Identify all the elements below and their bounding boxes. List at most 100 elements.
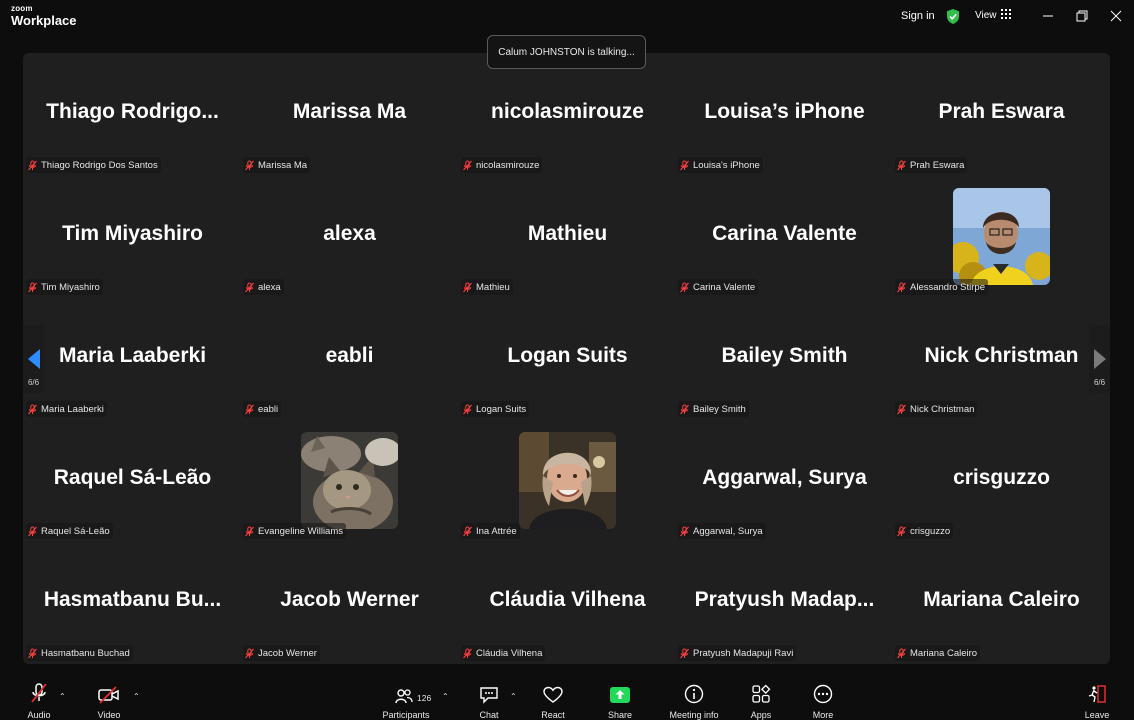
muted-mic-icon bbox=[462, 160, 473, 171]
more-label: More bbox=[812, 710, 834, 720]
participant-name-label: Marissa Ma bbox=[243, 157, 311, 173]
participant-display-name: alexa bbox=[323, 222, 376, 245]
participant-tile[interactable]: Carina Valente Carina Valente bbox=[676, 175, 893, 297]
heart-icon bbox=[543, 682, 563, 704]
leave-button[interactable]: Leave bbox=[1082, 682, 1112, 720]
muted-mic-icon bbox=[896, 648, 907, 659]
page-indicator-left: 6/6 bbox=[27, 378, 40, 387]
react-button[interactable]: React bbox=[538, 682, 568, 720]
video-label: Video bbox=[97, 710, 121, 720]
sign-in-link[interactable]: Sign in bbox=[901, 10, 935, 22]
participant-tile[interactable]: Aggarwal, Surya Aggarwal, Surya bbox=[676, 419, 893, 541]
participant-name-label: Carina Valente bbox=[678, 279, 759, 295]
participant-tile[interactable]: Maria Laaberki Maria Laaberki bbox=[24, 297, 241, 419]
close-icon[interactable] bbox=[1106, 7, 1126, 25]
participant-video-photo bbox=[519, 432, 616, 529]
participant-name-label: Alessandro Stirpe bbox=[895, 279, 988, 295]
participant-label-text: Ina Attrée bbox=[476, 525, 517, 537]
participant-tile[interactable]: Evangeline Williams bbox=[241, 419, 458, 541]
participant-tile[interactable]: nicolasmirouze nicolasmirouze bbox=[459, 53, 676, 175]
meeting-toolbar: Audio ⌃ Video ⌃ Participants 126 ⌃ Chat … bbox=[0, 682, 1134, 720]
security-shield-icon[interactable] bbox=[945, 8, 961, 25]
participant-tile[interactable]: Bailey Smith Bailey Smith bbox=[676, 297, 893, 419]
participant-tile[interactable]: Raquel Sá-Leão Raquel Sá-Leão bbox=[24, 419, 241, 541]
meeting-info-button[interactable]: Meeting info bbox=[664, 682, 724, 720]
participant-tile[interactable]: Tim Miyashiro Tim Miyashiro bbox=[24, 175, 241, 297]
more-button[interactable]: More bbox=[808, 682, 838, 720]
participants-caret-icon[interactable]: ⌃ bbox=[442, 692, 449, 701]
participant-tile[interactable]: Alessandro Stirpe bbox=[893, 175, 1110, 297]
participant-name-label: Raquel Sá-Leão bbox=[26, 523, 113, 539]
audio-options-caret-icon[interactable]: ⌃ bbox=[59, 692, 66, 701]
participant-name-label: crisguzzo bbox=[895, 523, 954, 539]
previous-page-button[interactable]: 6/6 bbox=[23, 325, 44, 393]
participant-display-name: Bailey Smith bbox=[721, 344, 848, 367]
share-screen-icon bbox=[610, 682, 630, 704]
video-options-caret-icon[interactable]: ⌃ bbox=[133, 692, 140, 701]
participant-label-text: Louisa's iPhone bbox=[693, 159, 760, 171]
participant-tile[interactable]: Marissa Ma Marissa Ma bbox=[241, 53, 458, 175]
participant-tile[interactable]: Prah Eswara Prah Eswara bbox=[893, 53, 1110, 175]
participant-tile[interactable]: Logan Suits Logan Suits bbox=[459, 297, 676, 419]
apps-button[interactable]: Apps bbox=[746, 682, 776, 720]
share-label: Share bbox=[607, 710, 633, 720]
grid-icon bbox=[1000, 9, 1011, 22]
participant-tile[interactable]: Nick Christman Nick Christman bbox=[893, 297, 1110, 419]
participant-label-text: Bailey Smith bbox=[693, 403, 746, 415]
participant-label-text: Jacob Werner bbox=[258, 647, 317, 659]
participant-label-text: Aggarwal, Surya bbox=[693, 525, 763, 537]
microphone-muted-icon bbox=[29, 682, 49, 704]
share-button[interactable]: Share bbox=[604, 682, 636, 720]
participants-label: Participants bbox=[382, 710, 430, 720]
next-page-button[interactable]: 6/6 bbox=[1089, 325, 1110, 393]
participant-tile[interactable]: eabli eabli bbox=[241, 297, 458, 419]
view-button[interactable]: View bbox=[975, 9, 1011, 22]
participant-display-name: eabli bbox=[325, 344, 374, 367]
meeting-info-label: Meeting info bbox=[669, 710, 719, 720]
title-bar: zoom Workplace Sign in View bbox=[0, 0, 1134, 34]
participant-label-text: Carina Valente bbox=[693, 281, 756, 293]
chat-button[interactable]: Chat bbox=[474, 682, 504, 720]
muted-mic-icon bbox=[896, 282, 907, 293]
participant-display-name: Aggarwal, Surya bbox=[702, 466, 867, 489]
muted-mic-icon bbox=[244, 526, 255, 537]
participant-label-text: Nick Christman bbox=[910, 403, 975, 415]
participant-name-label: Mathieu bbox=[461, 279, 513, 295]
participant-label-text: Evangeline Williams bbox=[258, 525, 344, 537]
muted-mic-icon bbox=[27, 648, 38, 659]
participant-tile[interactable]: Louisa’s iPhone Louisa's iPhone bbox=[676, 53, 893, 175]
participant-label-text: Prah Eswara bbox=[910, 159, 965, 171]
participant-display-name: Nick Christman bbox=[924, 344, 1079, 367]
muted-mic-icon bbox=[27, 526, 38, 537]
participant-tile[interactable]: alexa alexa bbox=[241, 175, 458, 297]
restore-icon[interactable] bbox=[1072, 7, 1092, 25]
audio-button[interactable]: Audio bbox=[24, 682, 54, 720]
participant-tile[interactable]: Pratyush Madap... Pratyush Madapuji Ravi bbox=[676, 541, 893, 663]
muted-mic-icon bbox=[896, 160, 907, 171]
participant-tile[interactable]: Ina Attrée bbox=[459, 419, 676, 541]
muted-mic-icon bbox=[679, 404, 690, 415]
participant-name-label: Hasmatbanu Buchad bbox=[26, 645, 133, 661]
participant-tile[interactable]: Thiago Rodrigo... Thiago Rodrigo Dos Sant… bbox=[24, 53, 241, 175]
participant-label-text: Marissa Ma bbox=[258, 159, 308, 171]
participant-name-label: Bailey Smith bbox=[678, 401, 749, 417]
participant-tile[interactable]: Mariana Caleiro Mariana Caleiro bbox=[893, 541, 1110, 663]
participant-label-text: Raquel Sá-Leão bbox=[41, 525, 110, 537]
video-button[interactable]: Video bbox=[94, 682, 124, 720]
muted-mic-icon bbox=[896, 526, 907, 537]
participant-tile[interactable]: Hasmatbanu Bu... Hasmatbanu Buchad bbox=[24, 541, 241, 663]
participant-display-name: Tim Miyashiro bbox=[62, 222, 203, 245]
participant-label-text: Mathieu bbox=[476, 281, 510, 293]
participant-display-name: Thiago Rodrigo... bbox=[46, 100, 219, 123]
minimize-icon[interactable] bbox=[1038, 7, 1058, 25]
participant-name-label: Prah Eswara bbox=[895, 157, 968, 173]
leave-icon bbox=[1087, 682, 1107, 704]
participant-tile[interactable]: crisguzzo crisguzzo bbox=[893, 419, 1110, 541]
participant-tile[interactable]: Mathieu Mathieu bbox=[459, 175, 676, 297]
muted-mic-icon bbox=[27, 160, 38, 171]
muted-mic-icon bbox=[244, 648, 255, 659]
participant-tile[interactable]: Cláudia Vilhena Cláudia Vilhena bbox=[459, 541, 676, 663]
participant-tile[interactable]: Jacob Werner Jacob Werner bbox=[241, 541, 458, 663]
participant-display-name: Mariana Caleiro bbox=[923, 588, 1080, 611]
chat-caret-icon[interactable]: ⌃ bbox=[510, 692, 517, 701]
